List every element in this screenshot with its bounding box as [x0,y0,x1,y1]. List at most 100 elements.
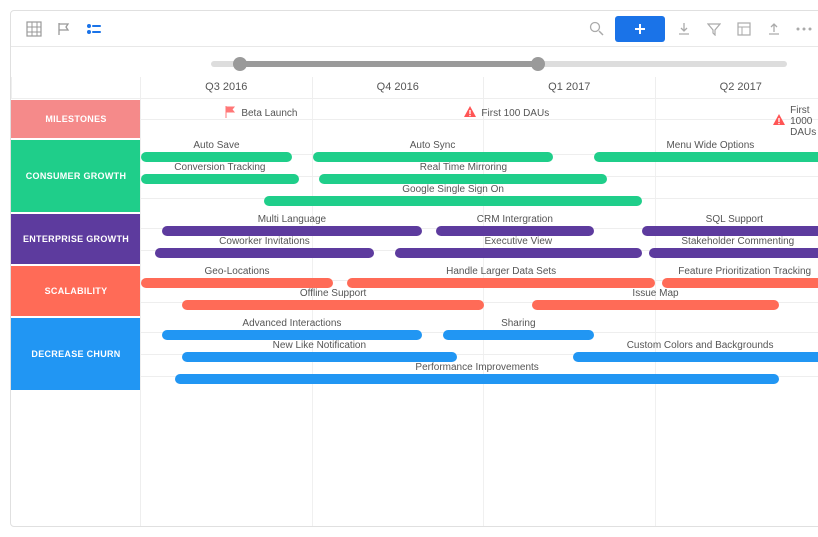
grid-view-button[interactable] [19,16,49,42]
lane-label[interactable]: ENTERPRISE GROWTH [11,214,141,264]
roadmap-bar[interactable] [532,300,779,310]
filter-icon [707,22,721,36]
swimlane: MILESTONES Beta Launch First 100 DAUs First… [11,99,818,139]
bar-label: Coworker Invitations [219,236,310,247]
roadmap-bar[interactable] [264,196,641,206]
bar-label: Issue Map [632,288,678,299]
bar-label: Custom Colors and Backgrounds [627,340,774,351]
roadmap-bar[interactable] [642,226,818,236]
milestone-item[interactable]: First 100 DAUs [463,105,549,122]
download-icon [677,22,691,36]
timeline-view-button[interactable] [79,16,109,42]
roadmap-bar[interactable] [436,226,594,236]
swimlane: CONSUMER GROWTH Auto Save Auto Sync Menu Wi… [11,139,818,213]
bar-label: Auto Save [193,140,239,151]
bar-label: Advanced Interactions [242,318,341,329]
bar-row: Geo-LocationsHandle Larger Data SetsFeat… [141,269,818,291]
bar-label: Google Single Sign On [402,184,504,195]
roadmap-content: Q3 2016 Q4 2016 Q1 2017 Q2 2017 MILESTON… [11,47,818,526]
roadmap-bar[interactable] [162,226,423,236]
bar-label: Menu Wide Options [666,140,754,151]
milestone-item[interactable]: First 1000 DAUs [772,105,818,138]
timeline-icon [86,22,102,36]
layout-button[interactable] [729,16,759,42]
grid-icon [26,21,42,37]
lane-label[interactable]: DECREASE CHURN [11,318,141,390]
bar-label: Geo-Locations [205,266,270,277]
bar-row: Google Single Sign On [141,187,818,209]
swimlane: DECREASE CHURN Advanced Interactions Shari… [11,317,818,391]
quarter-col: Q4 2016 [313,77,485,98]
bar-label: CRM Intergration [477,214,553,225]
bar-label: SQL Support [706,214,763,225]
flag-icon [57,22,71,36]
bar-row: Performance Improvements [141,365,818,387]
slider-fill [237,61,537,67]
lane-label[interactable]: CONSUMER GROWTH [11,140,141,212]
slider-handle-end[interactable] [531,57,545,71]
roadmap-bar[interactable] [313,152,553,162]
alert-icon [772,113,786,130]
bar-label: Executive View [484,236,552,247]
flag-icon [223,105,237,122]
roadmap-bar[interactable] [175,374,779,384]
lane-label[interactable]: SCALABILITY [11,266,141,316]
slider-handle-start[interactable] [233,57,247,71]
search-button[interactable] [581,16,611,42]
more-icon [796,27,812,31]
roadmap-bar[interactable] [141,278,333,288]
roadmap-bar[interactable] [649,248,818,258]
bar-label: Offline Support [300,288,367,299]
alert-icon [463,105,477,122]
roadmap-bar[interactable] [155,248,375,258]
bar-label: Conversion Tracking [174,162,265,173]
bar-row: Coworker Invitations Executive View Stakeh… [141,239,818,261]
bar-label: Sharing [501,318,535,329]
lane-body: Advanced Interactions Sharing New Like Not… [141,317,818,391]
search-icon [589,21,604,36]
roadmap-bar[interactable] [395,248,642,258]
milestone-label: Beta Launch [241,108,297,119]
roadmap-bar[interactable] [662,278,818,288]
lane-body: Auto Save Auto Sync Menu Wide Options Conve… [141,139,818,213]
roadmap-bar[interactable] [443,330,594,340]
bar-label: New Like Notification [273,340,366,351]
lane-body: Geo-LocationsHandle Larger Data SetsFeat… [141,265,818,317]
time-range-slider[interactable] [11,47,818,77]
roadmap-bar[interactable] [319,174,607,184]
roadmap-bar[interactable] [182,352,456,362]
filter-button[interactable] [699,16,729,42]
bar-label: Stakeholder Commenting [681,236,794,247]
milestone-label: First 100 DAUs [481,108,549,119]
roadmap-bar[interactable] [141,152,292,162]
bar-label: Multi Language [258,214,326,225]
lane-label[interactable]: MILESTONES [11,100,141,138]
quarter-col: Q1 2017 [484,77,656,98]
roadmap-bar[interactable] [182,300,484,310]
roadmap-bar[interactable] [141,174,299,184]
more-button[interactable] [789,16,818,42]
quarter-col: Q3 2016 [141,77,313,98]
roadmap-bar[interactable] [347,278,656,288]
bar-row: Offline Support Issue Map [141,291,818,313]
upload-button[interactable] [759,16,789,42]
milestone-label: First 1000 DAUs [790,105,818,138]
milestone-item[interactable]: Beta Launch [223,105,297,122]
bar-label: Auto Sync [410,140,456,151]
swimlanes: MILESTONES Beta Launch First 100 DAUs First… [11,99,818,526]
download-button[interactable] [669,16,699,42]
add-button[interactable] [615,16,665,42]
roadmap-bar[interactable] [162,330,423,340]
quarter-col: Q2 2017 [656,77,818,98]
toolbar-view-group [19,16,109,42]
flag-view-button[interactable] [49,16,79,42]
swimlane: SCALABILITYGeo-LocationsHandle Larger Da… [11,265,818,317]
roadmap-app: Q3 2016 Q4 2016 Q1 2017 Q2 2017 MILESTON… [10,10,818,527]
bar-label: Performance Improvements [415,362,538,373]
lane-body: Multi Language CRM Intergration SQL Suppor… [141,213,818,265]
bar-label: Feature Prioritization Tracking [678,266,811,277]
upload-icon [767,22,781,36]
roadmap-bar[interactable] [594,152,818,162]
roadmap-bar[interactable] [573,352,818,362]
plus-icon [633,22,647,36]
